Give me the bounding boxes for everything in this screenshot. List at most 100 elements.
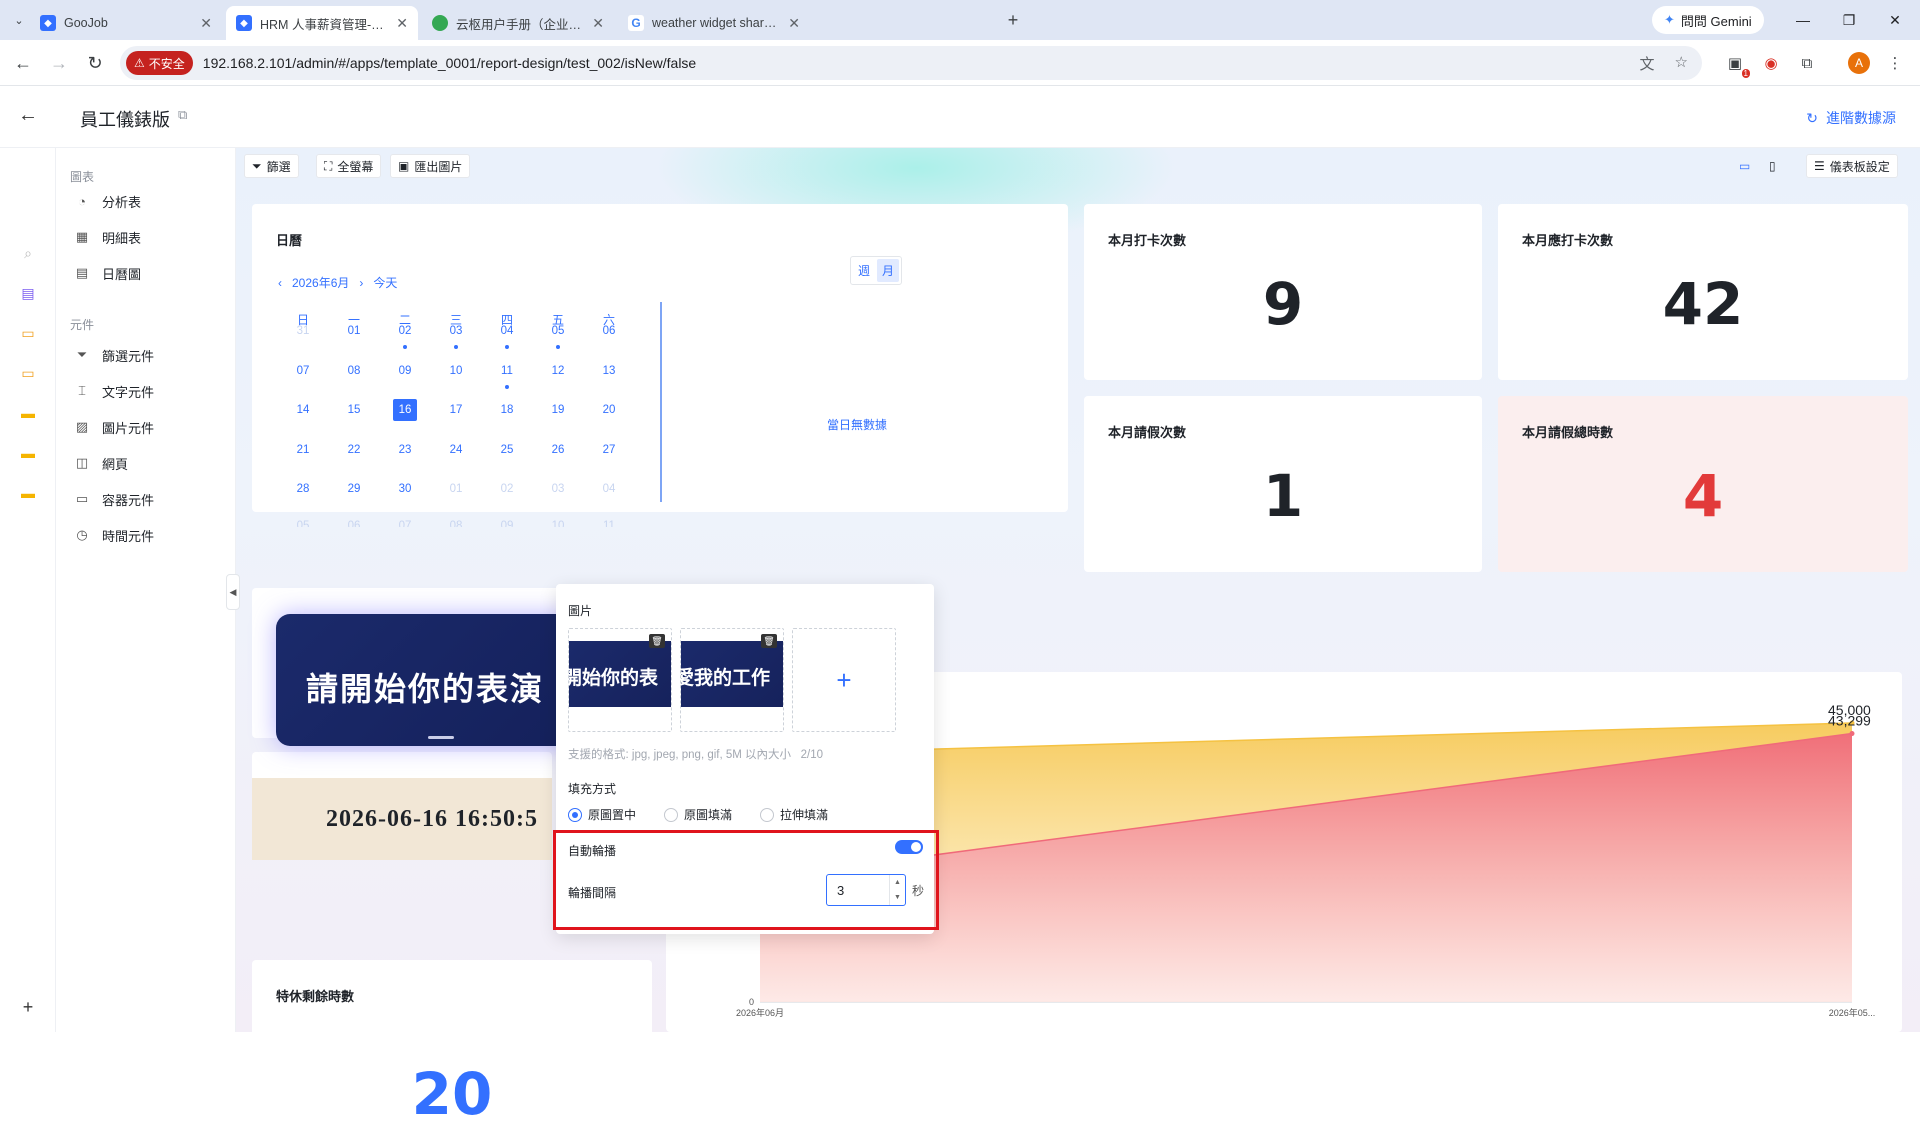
fill-option-stretch[interactable]: 拉伸填滿 xyxy=(760,806,828,823)
calendar-day[interactable]: 04 xyxy=(487,320,527,342)
add-image-button[interactable]: + xyxy=(792,628,896,732)
new-tab-button[interactable]: + xyxy=(1000,7,1026,33)
calendar-day[interactable]: 07 xyxy=(385,515,425,527)
calendar-day[interactable]: 28 xyxy=(283,478,323,500)
sidebar-item-web[interactable]: ◫ 網頁 xyxy=(74,452,128,474)
calendar-day[interactable]: 13 xyxy=(589,360,629,382)
back-arrow-icon[interactable]: ← xyxy=(18,104,38,127)
calendar-day[interactable]: 01 xyxy=(436,478,476,500)
gemini-button[interactable]: ✦ 問問 Gemini xyxy=(1652,6,1764,34)
calendar-day[interactable]: 15 xyxy=(334,399,374,421)
advanced-data-source-button[interactable]: ↻ 進階數據源 xyxy=(1806,108,1896,128)
prev-month-icon[interactable]: ‹ xyxy=(278,276,282,290)
calendar-day[interactable]: 17 xyxy=(436,399,476,421)
back-icon[interactable]: ← xyxy=(10,50,36,76)
calendar-day[interactable]: 05 xyxy=(283,515,323,527)
folder-icon[interactable]: ▬ xyxy=(18,404,38,422)
add-icon[interactable]: + xyxy=(18,997,38,1017)
calendar-day[interactable]: 22 xyxy=(334,439,374,461)
comment-icon[interactable]: ▭ xyxy=(18,364,38,382)
calendar-day[interactable]: 25 xyxy=(487,439,527,461)
calendar-day[interactable]: 06 xyxy=(589,320,629,342)
today-button[interactable]: 今天 xyxy=(373,274,397,291)
calendar-day[interactable]: 26 xyxy=(538,439,578,461)
sidebar-item-calendar[interactable]: ▤ 日曆圖 xyxy=(74,262,141,284)
calendar-day[interactable]: 08 xyxy=(334,360,374,382)
calendar-day[interactable]: 16 xyxy=(393,399,417,421)
export-image-button[interactable]: ▣ 匯出圖片 xyxy=(390,154,471,178)
calendar-day[interactable]: 23 xyxy=(385,439,425,461)
reload-icon[interactable]: ↻ xyxy=(82,50,108,76)
calendar-day[interactable]: 12 xyxy=(538,360,578,382)
trash-icon[interactable]: 🗑 xyxy=(761,634,777,648)
calendar-day[interactable]: 09 xyxy=(385,360,425,382)
calendar-day[interactable]: 02 xyxy=(385,320,425,342)
sidebar-item-container[interactable]: ▭ 容器元件 xyxy=(74,488,154,510)
mobile-view-icon[interactable]: ▯ xyxy=(1762,154,1783,178)
tab-google[interactable]: G weather widget share link - Goo ✕ xyxy=(618,6,810,40)
calendar-day[interactable]: 18 xyxy=(487,399,527,421)
not-secure-badge[interactable]: ⚠ 不安全 xyxy=(126,51,193,75)
calendar-day[interactable]: 24 xyxy=(436,439,476,461)
search-icon[interactable]: ⌕ xyxy=(18,244,38,262)
trash-icon[interactable]: 🗑 xyxy=(649,634,665,648)
tab-search-icon[interactable]: ⌄ xyxy=(6,7,32,33)
calendar-day[interactable]: 01 xyxy=(334,320,374,342)
close-tab-icon[interactable]: ✕ xyxy=(788,15,800,32)
calendar-day[interactable]: 19 xyxy=(538,399,578,421)
sidebar-item-analysis[interactable]: ◔ 分析表 xyxy=(74,190,141,212)
url-text[interactable]: 192.168.2.101/admin/#/apps/template_0001… xyxy=(203,55,696,71)
calendar-day[interactable]: 11 xyxy=(487,360,527,382)
filter-button[interactable]: ⏷ 篩選 xyxy=(244,154,299,178)
calendar-day[interactable]: 09 xyxy=(487,515,527,527)
close-tab-icon[interactable]: ✕ xyxy=(592,15,604,32)
open-external-icon[interactable]: ⧉ xyxy=(178,107,187,123)
month-view-button[interactable]: 月 xyxy=(877,259,900,282)
fill-option-center[interactable]: 原圖置中 xyxy=(568,806,636,823)
dashboard-settings-button[interactable]: ☰ 儀表板設定 xyxy=(1806,154,1898,178)
calendar-day[interactable]: 05 xyxy=(538,320,578,342)
minimize-icon[interactable]: — xyxy=(1780,6,1826,34)
sidebar-item-filter[interactable]: ⏷ 篩選元件 xyxy=(74,344,154,366)
next-month-icon[interactable]: › xyxy=(359,276,363,290)
calendar-day[interactable]: 27 xyxy=(589,439,629,461)
bookmark-star-icon[interactable]: ☆ xyxy=(1675,53,1688,74)
calendar-day[interactable]: 02 xyxy=(487,478,527,500)
calendar-day[interactable]: 08 xyxy=(436,515,476,527)
puzzle-extensions-icon[interactable]: ⧉ xyxy=(1796,52,1818,74)
fill-option-fill[interactable]: 原圖填滿 xyxy=(664,806,732,823)
calendar-day[interactable]: 03 xyxy=(538,478,578,500)
calendar-day[interactable]: 31 xyxy=(283,320,323,342)
extension-badge-icon[interactable]: ▣ 1 xyxy=(1724,52,1750,78)
carousel-indicator[interactable] xyxy=(428,736,454,739)
fullscreen-button[interactable]: ⛶ 全螢幕 xyxy=(316,154,382,178)
omnibox[interactable]: ⚠ 不安全 192.168.2.101/admin/#/apps/template… xyxy=(120,46,1702,80)
collapse-sidebar-handle[interactable]: ◀ xyxy=(226,574,240,610)
browser-menu-icon[interactable]: ⋮ xyxy=(1884,52,1906,74)
opera-extension-icon[interactable]: ◉ xyxy=(1760,52,1782,74)
sidebar-item-time[interactable]: ◷ 時間元件 xyxy=(74,524,154,546)
image-thumb-1[interactable]: 開始你的表 🗑 xyxy=(568,628,672,732)
calendar-day[interactable]: 04 xyxy=(589,478,629,500)
tab-hrm[interactable]: ◆ HRM 人事薪資管理-員工儀錶板 ✕ xyxy=(226,6,418,40)
calendar-day[interactable]: 20 xyxy=(589,399,629,421)
close-tab-icon[interactable]: ✕ xyxy=(200,15,212,32)
sidebar-item-text[interactable]: ⌶ 文字元件 xyxy=(74,380,154,402)
desktop-view-icon[interactable]: ▭ xyxy=(1732,154,1757,178)
folder-icon[interactable]: ▬ xyxy=(18,484,38,502)
restore-icon[interactable]: ❐ xyxy=(1826,6,1872,34)
image-thumb-2[interactable]: 愛我的工作 🗑 xyxy=(680,628,784,732)
calendar-day[interactable]: 07 xyxy=(283,360,323,382)
calendar-day[interactable]: 30 xyxy=(385,478,425,500)
calendar-day[interactable]: 14 xyxy=(283,399,323,421)
forward-icon[interactable]: → xyxy=(46,50,72,76)
comment-icon[interactable]: ▭ xyxy=(18,324,38,342)
sidebar-item-detail[interactable]: ▦ 明細表 xyxy=(74,226,141,248)
tab-goojob[interactable]: ◆ GooJob ✕ xyxy=(30,6,222,40)
close-tab-icon[interactable]: ✕ xyxy=(396,15,408,32)
calendar-day[interactable]: 06 xyxy=(334,515,374,527)
close-window-icon[interactable]: ✕ xyxy=(1872,6,1918,34)
profile-avatar[interactable]: A xyxy=(1848,52,1870,74)
calendar-day[interactable]: 21 xyxy=(283,439,323,461)
week-view-button[interactable]: 週 xyxy=(853,259,875,282)
